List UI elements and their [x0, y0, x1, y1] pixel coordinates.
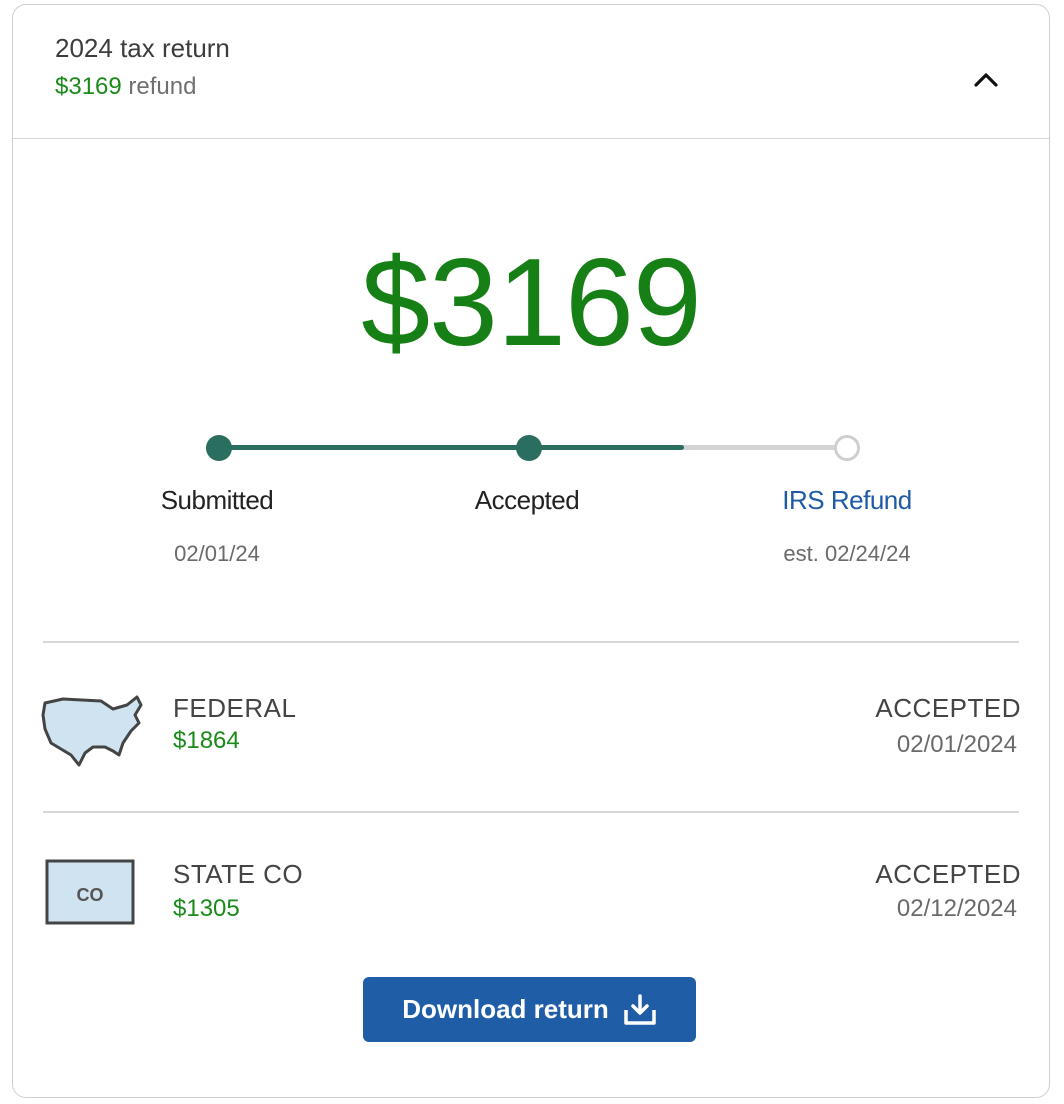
step-irs-refund-link[interactable]: IRS Refund	[727, 485, 967, 516]
step-submitted-label: Submitted	[160, 485, 274, 515]
header-refund-amount: $3169	[55, 73, 122, 100]
usa-map-icon	[41, 695, 143, 767]
federal-label: FEDERAL	[173, 693, 297, 723]
download-return-button[interactable]: Download return	[363, 977, 696, 1042]
header-refund-suffix: refund	[121, 73, 197, 100]
state-amount: $1305	[173, 895, 240, 922]
tax-return-card: 2024 tax return $3169 refund $3169 Submi…	[12, 4, 1050, 1098]
step-irs-refund-date: est. 02/24/24	[783, 541, 911, 566]
download-icon	[624, 993, 656, 1025]
divider	[43, 641, 1019, 643]
colorado-map-icon: CO	[45, 859, 135, 925]
divider	[43, 811, 1019, 813]
card-header[interactable]: 2024 tax return $3169 refund	[13, 5, 1049, 139]
state-status: ACCEPTED	[875, 859, 1021, 889]
step-submitted-dot	[206, 435, 232, 461]
progress-fill	[219, 445, 684, 450]
federal-status: ACCEPTED	[875, 693, 1021, 723]
step-irs-refund-dot	[834, 435, 860, 461]
state-label: STATE CO	[173, 859, 304, 889]
header-refund-summary: $3169 refund	[55, 73, 196, 101]
colorado-map-label: CO	[77, 885, 104, 905]
total-refund-amount: $3169	[361, 234, 702, 372]
federal-amount: $1864	[173, 727, 240, 754]
state-date: 02/12/2024	[896, 895, 1017, 922]
chevron-up-icon	[974, 73, 998, 87]
federal-date: 02/01/2024	[896, 731, 1017, 758]
collapse-button[interactable]	[963, 57, 1009, 103]
step-accepted-label: Accepted	[474, 485, 580, 515]
download-return-label: Download return	[402, 994, 609, 1024]
step-submitted-date: 02/01/24	[174, 541, 260, 566]
step-accepted-dot	[516, 435, 542, 461]
return-title: 2024 tax return	[55, 33, 230, 63]
